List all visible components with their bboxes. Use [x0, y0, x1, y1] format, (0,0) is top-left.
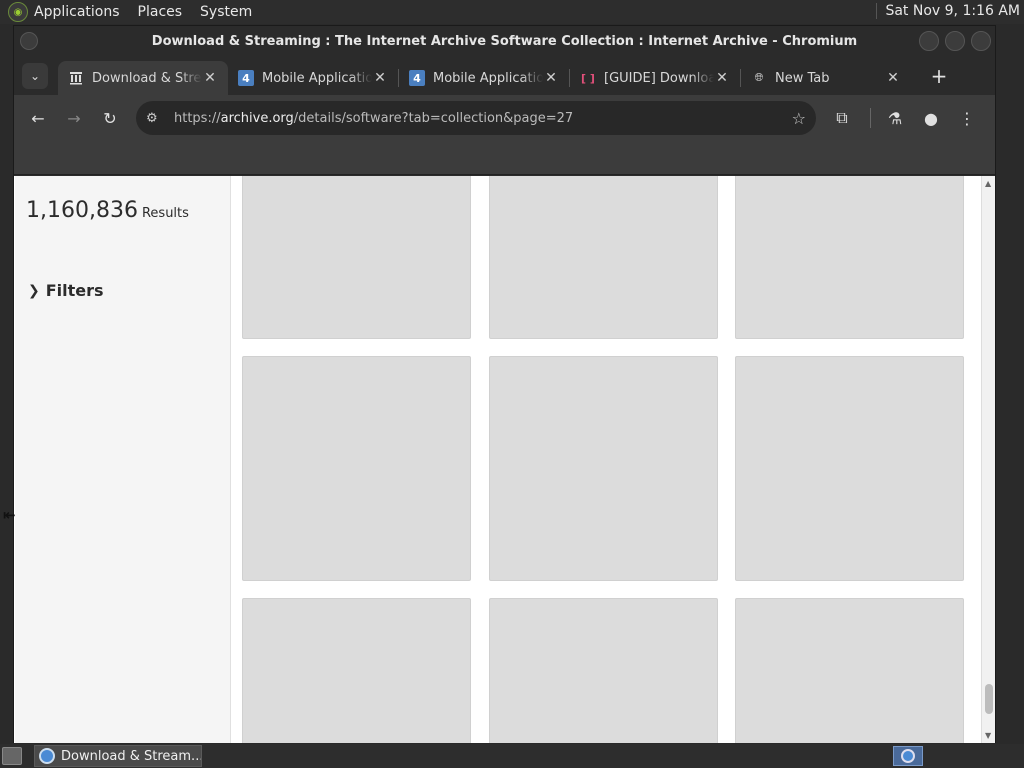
tab-label: [GUIDE] Download	[604, 70, 714, 86]
item-tile-placeholder[interactable]	[489, 176, 718, 339]
tab-strip: ⌄ Download & Streaming ✕ 4 Mobile Applic…	[14, 57, 995, 95]
close-tab-icon[interactable]: ✕	[885, 70, 901, 86]
filters-label: Filters	[45, 281, 104, 300]
titlebar[interactable]: Download & Streaming : The Internet Arch…	[14, 26, 995, 57]
maximize-button[interactable]	[945, 31, 965, 51]
scrollbar-thumb[interactable]	[985, 684, 993, 714]
results-sidebar: 1,160,836 Results ❯ Filters	[15, 176, 231, 743]
page-scrollbar[interactable]: ▲ ▼	[981, 176, 995, 743]
item-tile-placeholder[interactable]	[489, 598, 718, 743]
globe-icon: 🌐︎	[754, 71, 764, 84]
filters-toggle[interactable]: ❯ Filters	[28, 281, 104, 300]
menu-places[interactable]: Places	[138, 4, 183, 20]
reload-button[interactable]: ↻	[94, 102, 126, 134]
url-text[interactable]: https://archive.org/details/software?tab…	[174, 111, 792, 126]
chevron-right-icon: ❯	[28, 282, 40, 299]
bookmark-star-icon[interactable]: ☆	[792, 109, 806, 128]
item-tile-placeholder[interactable]	[735, 598, 964, 743]
chromium-icon	[901, 749, 915, 763]
plus-icon: +	[930, 64, 948, 88]
item-tile-placeholder[interactable]	[735, 356, 964, 581]
minimize-button[interactable]	[919, 31, 939, 51]
item-tile-placeholder[interactable]	[489, 356, 718, 581]
tab-search-button[interactable]: ⌄	[22, 63, 48, 89]
flask-icon: ⚗	[887, 108, 903, 128]
taskbar-item-label: Download & Stream...	[61, 748, 202, 764]
bookmarks-bar	[14, 141, 995, 175]
toolbar: ← → ↻ ⚙ https://archive.org/details/soft…	[14, 95, 995, 141]
bottom-taskbar: Download & Stream...	[0, 744, 1024, 768]
top-panel: ◉ Applications Places System Sat Nov 9, …	[0, 0, 1024, 24]
tab-label: Mobile Applications	[433, 70, 543, 86]
four-icon: 4	[409, 70, 425, 86]
new-tab-button[interactable]: +	[925, 62, 953, 90]
results-label: Results	[141, 206, 189, 221]
window-menu-icon[interactable]	[20, 32, 38, 50]
scroll-down-icon[interactable]: ▼	[985, 731, 991, 740]
item-grid	[242, 176, 965, 743]
profile-button[interactable]: ●	[915, 102, 947, 134]
page-content: 1,160,836 Results ❯ Filters ▲ ▼	[14, 176, 995, 743]
tab-label: Mobile Applications	[262, 70, 372, 86]
person-icon: ●	[924, 108, 938, 128]
scroll-up-icon[interactable]: ▲	[985, 179, 991, 188]
item-tile-placeholder[interactable]	[735, 176, 964, 339]
tab-mobile-applications-2[interactable]: 4 Mobile Applications ✕	[399, 61, 569, 95]
browser-window: Download & Streaming : The Internet Arch…	[13, 25, 996, 743]
chromium-icon	[39, 748, 55, 764]
menu-button[interactable]: ⋮	[951, 102, 983, 134]
back-button[interactable]: ←	[22, 102, 54, 134]
arrow-right-icon: →	[67, 108, 81, 128]
url-path: /details/software?tab=collection&page=27	[293, 110, 574, 126]
close-window-button[interactable]	[971, 31, 991, 51]
item-tile-placeholder[interactable]	[242, 356, 471, 581]
close-tab-icon[interactable]: ✕	[202, 70, 218, 86]
menu-system[interactable]: System	[200, 4, 252, 20]
tab-label: New Tab	[775, 70, 830, 86]
window-title: Download & Streaming : The Internet Arch…	[151, 34, 858, 49]
archive-icon	[68, 70, 84, 86]
results-count: 1,160,836	[26, 198, 138, 223]
four-icon: 4	[238, 70, 254, 86]
results-summary: 1,160,836 Results	[26, 198, 189, 223]
item-tile-placeholder[interactable]	[242, 176, 471, 339]
item-tile-placeholder[interactable]	[242, 598, 471, 743]
tab-mobile-applications-1[interactable]: 4 Mobile Applications ✕	[228, 61, 398, 95]
menu-applications[interactable]: Applications	[34, 4, 120, 20]
clock[interactable]: Sat Nov 9, 1:16 AM	[876, 3, 1020, 19]
resize-cursor-icon: ⇤	[3, 506, 16, 524]
distro-logo-icon[interactable]: ◉	[8, 2, 28, 22]
tab-new-tab[interactable]: 🌐︎ New Tab ✕	[741, 61, 911, 95]
puzzle-icon: ⧉	[836, 108, 848, 127]
forward-button[interactable]: →	[58, 102, 90, 134]
close-tab-icon[interactable]: ✕	[714, 70, 730, 86]
arrow-left-icon: ←	[31, 108, 45, 128]
tab-label: Download & Streaming	[92, 70, 202, 86]
close-tab-icon[interactable]: ✕	[372, 70, 388, 86]
reload-icon: ↻	[103, 108, 117, 128]
close-tab-icon[interactable]: ✕	[543, 70, 559, 86]
kebab-menu-icon: ⋮	[959, 108, 975, 128]
url-scheme: https://	[174, 110, 221, 126]
address-bar[interactable]: ⚙ https://archive.org/details/software?t…	[136, 101, 816, 135]
labs-button[interactable]: ⚗	[879, 102, 911, 134]
bracket-icon: [ ]	[581, 71, 595, 85]
show-desktop-icon[interactable]	[2, 747, 22, 765]
site-info-icon[interactable]: ⚙	[146, 111, 166, 126]
chevron-down-icon: ⌄	[29, 69, 41, 83]
taskbar-item-chromium[interactable]: Download & Stream...	[34, 745, 202, 767]
tab-download-streaming[interactable]: Download & Streaming ✕	[58, 61, 228, 95]
extensions-button[interactable]: ⧉	[826, 102, 858, 134]
tray-chromium-icon[interactable]	[893, 746, 923, 766]
tab-guide-download[interactable]: [ ] [GUIDE] Download ✕	[570, 61, 740, 95]
url-host: archive.org	[220, 110, 294, 126]
